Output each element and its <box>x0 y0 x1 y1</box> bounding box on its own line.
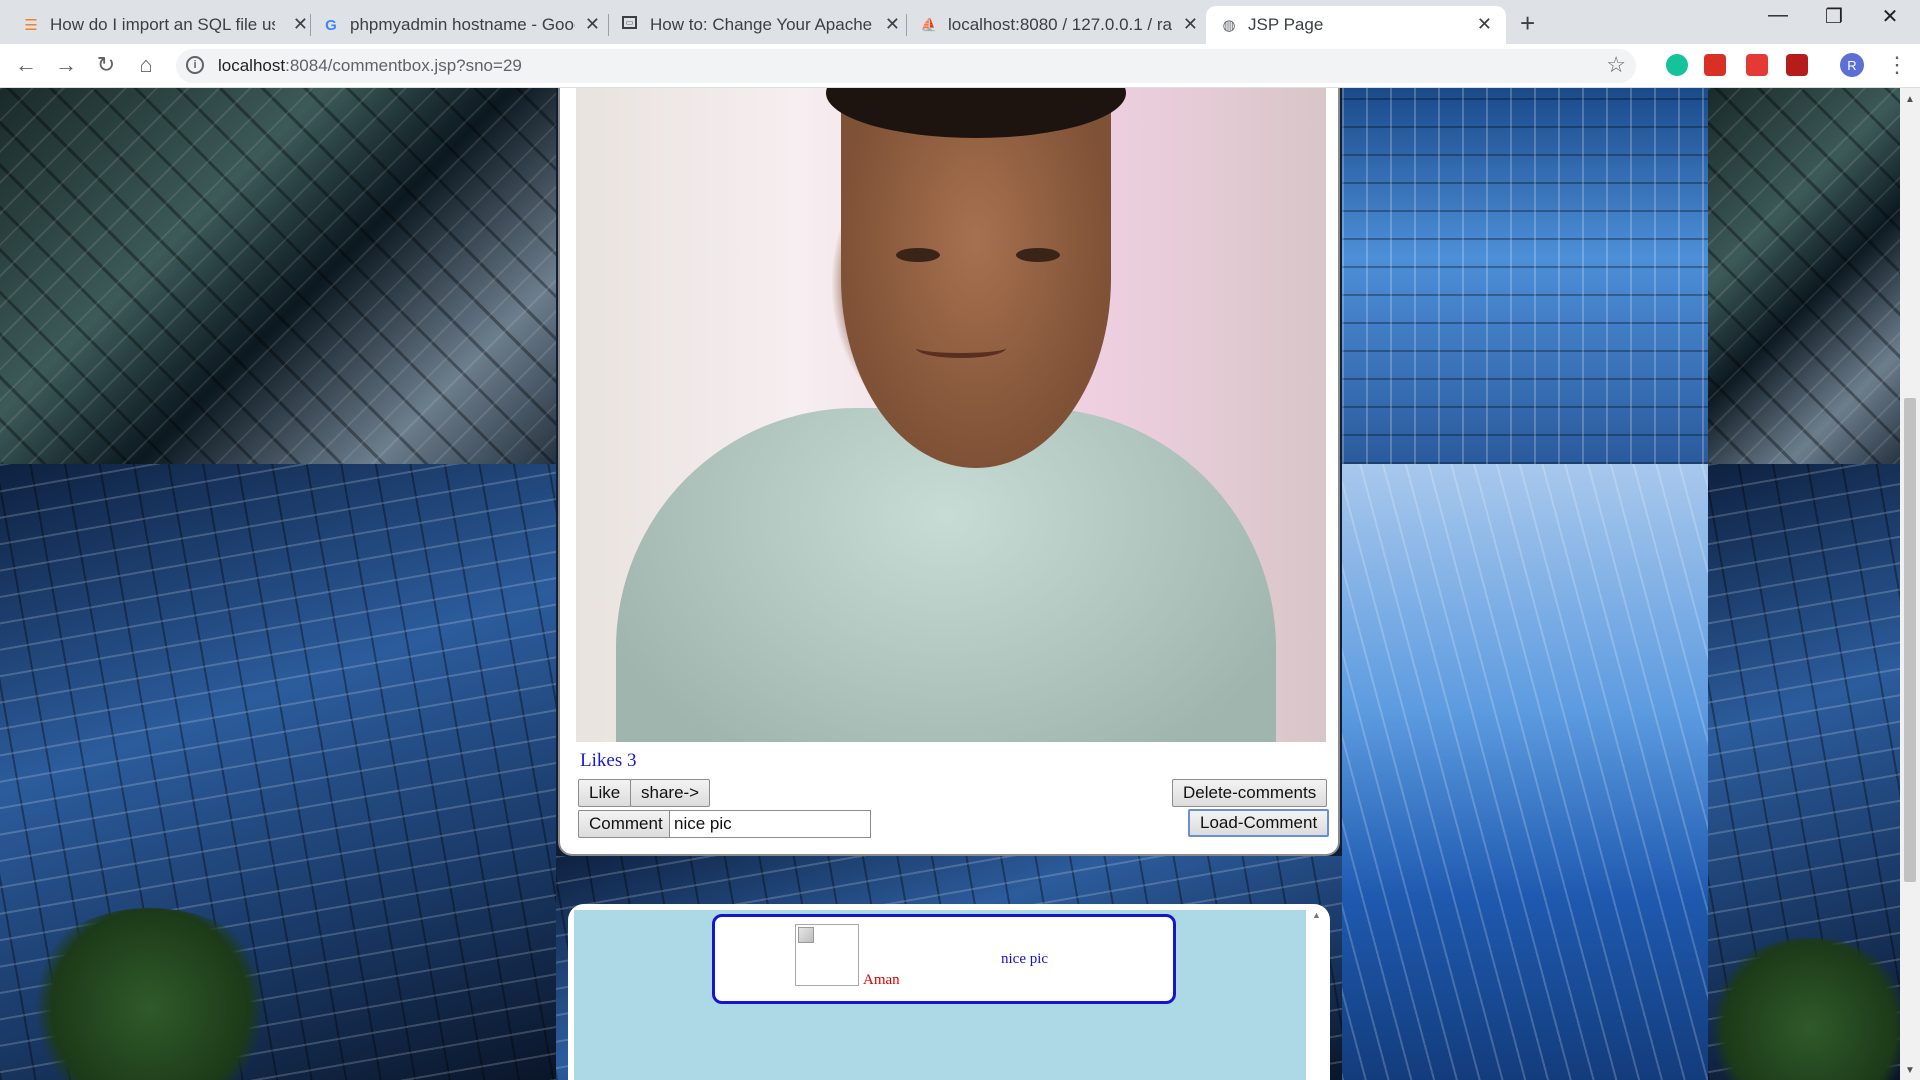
web-page-icon: ▭ <box>622 16 637 29</box>
forward-button[interactable]: → <box>52 52 80 78</box>
close-tab-icon[interactable]: ✕ <box>585 14 600 35</box>
share-button[interactable]: share-> <box>630 779 711 807</box>
tab-phpmyadmin[interactable]: ⛵ localhost:8080 / 127.0.0.1 / rahul ✕ <box>920 6 1212 44</box>
like-button[interactable]: Like <box>578 779 632 807</box>
close-tab-icon[interactable]: ✕ <box>1477 14 1492 35</box>
photo-eye <box>1016 248 1060 262</box>
tab-sql-import[interactable]: ☰ How do I import an SQL file using ✕ <box>22 6 322 44</box>
grammarly-extension-icon[interactable] <box>1666 54 1688 76</box>
new-tab-button[interactable]: + <box>1520 8 1535 39</box>
back-button[interactable]: ← <box>12 52 40 78</box>
tab-title: JSP Page <box>1248 15 1324 34</box>
post-photo <box>576 88 1326 742</box>
comment-text: nice pic <box>1001 951 1049 967</box>
comments-scrollbar[interactable]: ▲ <box>1308 910 1326 1080</box>
url-host: localhost <box>218 56 286 75</box>
background-building-image <box>1342 464 1708 1080</box>
photo-eye <box>896 248 940 262</box>
home-button[interactable]: ⌂ <box>132 52 160 78</box>
restore-button[interactable]: ❐ <box>1814 4 1854 29</box>
acrobat-extension-icon[interactable] <box>1786 54 1808 76</box>
profile-avatar[interactable]: R <box>1840 53 1864 77</box>
comment-button[interactable]: Comment <box>578 810 674 838</box>
tab-google-search[interactable]: G phpmyadmin hostname - Google Se ✕ <box>322 6 614 44</box>
background-building-image <box>1342 88 1708 464</box>
background-building-image <box>1708 88 1900 464</box>
tab-apache-listen[interactable]: ▭ How to: Change Your Apache Liste ✕ <box>622 6 914 44</box>
background-building-image <box>0 88 556 464</box>
comment-author-avatar <box>795 924 859 986</box>
tab-strip: ☰ How do I import an SQL file using ✕ G … <box>0 0 1920 44</box>
scroll-down-icon[interactable]: ▼ <box>1905 1065 1915 1076</box>
delete-comments-button[interactable]: Delete-comments <box>1172 779 1328 807</box>
photo-mouth <box>916 338 1006 358</box>
scrollbar-thumb[interactable] <box>1904 398 1916 882</box>
minimize-button[interactable]: — <box>1758 4 1798 27</box>
tab-separator <box>906 14 907 36</box>
comments-panel: Aman nice pic ▲ <box>568 904 1330 1080</box>
scroll-up-icon[interactable]: ▲ <box>1905 94 1915 105</box>
page-viewport: Likes 3 Like share-> Delete-comments Com… <box>0 88 1900 1080</box>
close-window-button[interactable]: ✕ <box>1870 4 1910 29</box>
google-icon: G <box>325 16 337 34</box>
tab-title: phpmyadmin hostname - Google Se <box>350 15 575 34</box>
tab-title: How do I import an SQL file using <box>50 15 275 34</box>
comment-item: Aman nice pic <box>712 914 1176 1004</box>
browser-toolbar: ← → ↻ ⌂ i localhost:8084/commentbox.jsp?… <box>0 44 1920 88</box>
tab-jsp-page[interactable]: ◍ JSP Page ✕ <box>1206 6 1506 44</box>
photo-face <box>841 88 1111 468</box>
browser-menu-icon[interactable]: ⋮ <box>1886 52 1908 78</box>
extension-play-icon[interactable] <box>1746 54 1768 76</box>
address-bar[interactable]: i localhost:8084/commentbox.jsp?sno=29 ☆ <box>176 49 1636 83</box>
globe-icon: ◍ <box>1222 17 1236 34</box>
phpmyadmin-icon: ⛵ <box>920 17 938 32</box>
page-scrollbar[interactable]: ▲ ▼ <box>1900 88 1920 1080</box>
load-comment-button[interactable]: Load-Comment <box>1188 809 1330 837</box>
close-tab-icon[interactable]: ✕ <box>1183 14 1198 35</box>
site-info-icon[interactable]: i <box>186 56 204 74</box>
tab-title: How to: Change Your Apache Liste <box>650 15 875 34</box>
comments-list[interactable]: Aman nice pic <box>574 910 1306 1080</box>
avatar-initial: R <box>1847 57 1857 73</box>
extension-red-icon[interactable] <box>1704 54 1726 76</box>
close-tab-icon[interactable]: ✕ <box>885 14 900 35</box>
scroll-up-icon[interactable]: ▲ <box>1312 910 1321 920</box>
close-tab-icon[interactable]: ✕ <box>293 14 308 35</box>
bookmark-star-icon[interactable]: ☆ <box>1606 52 1626 78</box>
comment-input[interactable] <box>669 810 871 838</box>
stack-overflow-icon: ☰ <box>24 17 38 34</box>
tab-separator <box>608 14 609 36</box>
url-path: :8084/commentbox.jsp?sno=29 <box>285 56 522 75</box>
tab-separator <box>310 14 311 36</box>
reload-button[interactable]: ↻ <box>92 52 120 78</box>
comment-author: Aman <box>863 972 900 988</box>
tab-title: localhost:8080 / 127.0.0.1 / rahul <box>948 15 1173 34</box>
post-card: Likes 3 Like share-> Delete-comments Com… <box>558 88 1340 856</box>
url-text[interactable]: localhost:8084/commentbox.jsp?sno=29 <box>218 56 522 76</box>
likes-count: Likes 3 <box>580 750 637 771</box>
